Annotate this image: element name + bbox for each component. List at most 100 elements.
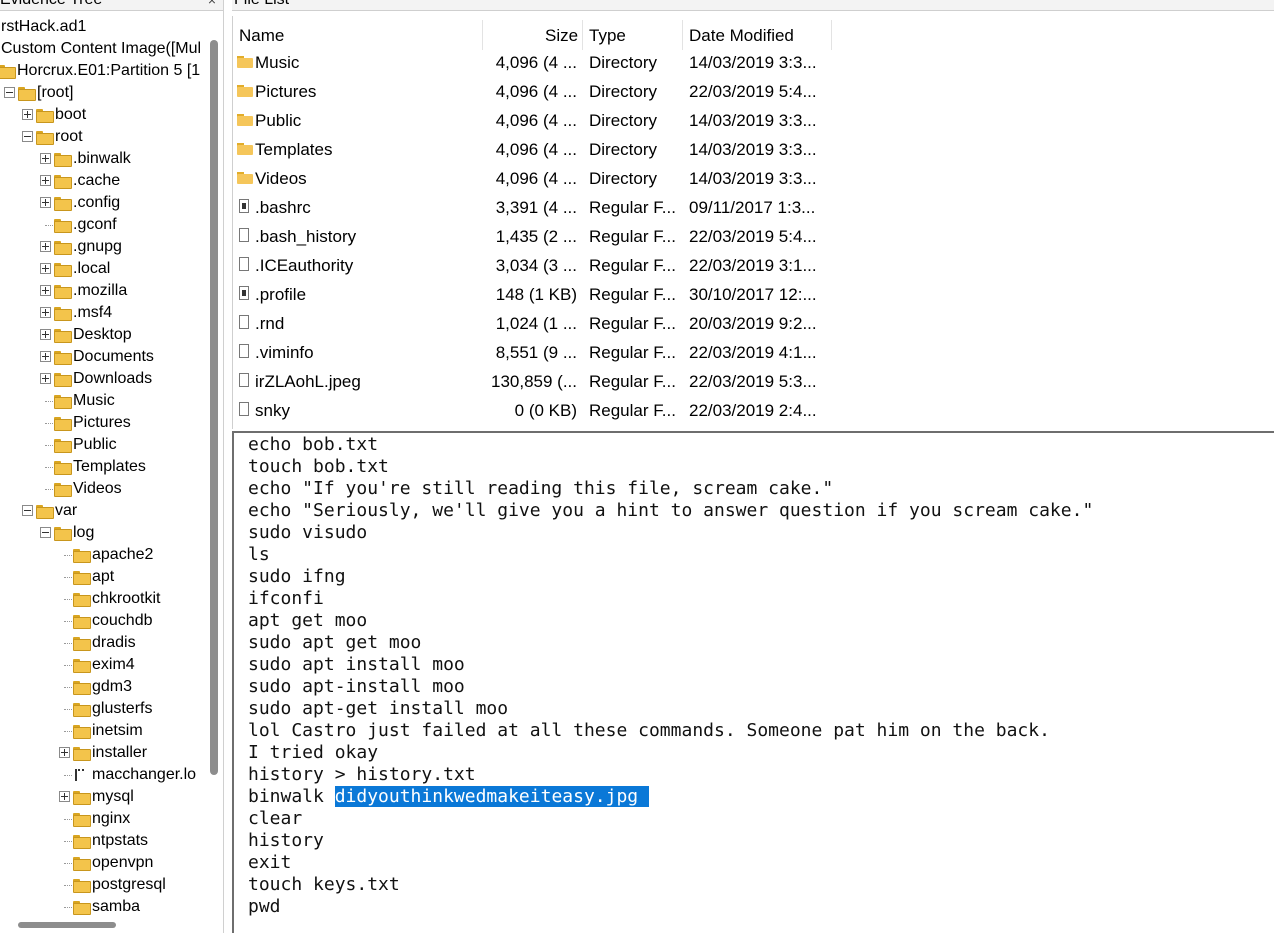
text-line: apt get moo	[248, 610, 368, 631]
column-divider[interactable]	[482, 20, 483, 50]
tree-node[interactable]: .gnupg	[0, 236, 210, 258]
tree-node[interactable]: Templates	[0, 456, 210, 478]
expand-icon[interactable]	[40, 197, 51, 208]
file-name: Music	[255, 53, 300, 72]
tree-node[interactable]: openvpn	[0, 852, 210, 874]
tree-node[interactable]: Music	[0, 390, 210, 412]
tree-node[interactable]: mysql	[0, 786, 210, 808]
collapse-icon[interactable]	[4, 87, 15, 98]
tree-node[interactable]: couchdb	[0, 610, 210, 632]
collapse-icon[interactable]	[40, 527, 51, 538]
file-row[interactable]: .ICEauthority 3,034 (3 ... Regular F... 22/…	[233, 251, 833, 280]
tree-node[interactable]: installer	[0, 742, 210, 764]
tree-node[interactable]: boot	[0, 104, 210, 126]
expand-icon[interactable]	[59, 747, 70, 758]
tree-node[interactable]: chkrootkit	[0, 588, 210, 610]
expand-icon[interactable]	[40, 153, 51, 164]
text-viewer[interactable]: echo bob.txt touch bob.txt echo "If you're…	[232, 431, 1274, 933]
column-divider[interactable]	[831, 20, 832, 50]
tree-node[interactable]: [root]	[0, 82, 210, 104]
tree-node-label: ntpstats	[92, 832, 149, 849]
collapse-icon[interactable]	[22, 505, 33, 516]
tree-node[interactable]: inetsim	[0, 720, 210, 742]
tree-node[interactable]: nginx	[0, 808, 210, 830]
column-divider[interactable]	[582, 20, 583, 50]
tree-node-label: openvpn	[92, 854, 154, 871]
file-row[interactable]: Templates 4,096 (4 ... Directory 14/03/2019…	[233, 135, 833, 164]
vertical-scrollbar[interactable]	[210, 40, 218, 775]
tree-node[interactable]: exim4	[0, 654, 210, 676]
selected-text[interactable]: didyouthinkwedmakeiteasy.jpg	[334, 786, 649, 807]
expand-icon[interactable]	[40, 241, 51, 252]
tree-node[interactable]: .binwalk	[0, 148, 210, 170]
tree-node[interactable]: log	[0, 522, 210, 544]
tree-node[interactable]: .gconf	[0, 214, 210, 236]
expand-icon[interactable]	[40, 285, 51, 296]
tree-connector	[64, 907, 72, 908]
tree-node-label: root	[55, 128, 83, 145]
tree-node[interactable]: rstHack.ad1	[0, 16, 210, 38]
file-row[interactable]: Music 4,096 (4 ... Directory 14/03/2019 3:3…	[233, 48, 833, 77]
tree-node[interactable]: dradis	[0, 632, 210, 654]
tree-node[interactable]: Documents	[0, 346, 210, 368]
expand-icon[interactable]	[22, 109, 33, 120]
tree-node[interactable]: Horcrux.E01:Partition 5 [1	[0, 60, 210, 82]
text-line: binwalk didyouthinkwedmakeiteasy.jpg	[248, 786, 649, 807]
file-row[interactable]: Public 4,096 (4 ... Directory 14/03/2019 3:…	[233, 106, 833, 135]
file-row[interactable]: Videos 4,096 (4 ... Directory 14/03/2019 3:…	[233, 164, 833, 193]
file-row[interactable]: .profile 148 (1 KB) Regular F... 30/10/2017…	[233, 280, 833, 309]
horizontal-scrollbar[interactable]	[18, 922, 116, 928]
file-row[interactable]: .bash_history 1,435 (2 ... Regular F... 22/…	[233, 222, 833, 251]
tree-node[interactable]: .msf4	[0, 302, 210, 324]
file-size: 148 (1 KB)	[495, 285, 577, 304]
file-type: Directory	[589, 169, 658, 188]
file-row[interactable]: .rnd 1,024 (1 ... Regular F... 20/03/2019 9…	[233, 309, 833, 338]
expand-icon[interactable]	[40, 307, 51, 318]
tree-node[interactable]: .config	[0, 192, 210, 214]
tree-node[interactable]: apt	[0, 566, 210, 588]
collapse-icon[interactable]	[22, 131, 33, 142]
tree-node[interactable]: Desktop	[0, 324, 210, 346]
file-name: Videos	[255, 169, 307, 188]
file-type: Regular F...	[589, 256, 676, 275]
tree-node[interactable]: Public	[0, 434, 210, 456]
tree-node[interactable]: Videos	[0, 478, 210, 500]
expand-icon[interactable]	[40, 175, 51, 186]
tree-node[interactable]: ntpstats	[0, 830, 210, 852]
tree-node[interactable]: macchanger.lo	[0, 764, 210, 786]
tree-node[interactable]: Custom Content Image([Mul	[0, 38, 210, 60]
tree-node[interactable]: var	[0, 500, 210, 522]
file-row[interactable]: .viminfo 8,551 (9 ... Regular F... 22/03/20…	[233, 338, 833, 367]
expand-icon[interactable]	[40, 373, 51, 384]
file-row[interactable]: irZLAohL.jpeg 130,859 (... Regular F... 22/…	[233, 367, 833, 396]
expand-icon[interactable]	[40, 351, 51, 362]
folder-icon	[73, 791, 91, 805]
expand-icon[interactable]	[40, 263, 51, 274]
tree-node[interactable]: .mozilla	[0, 280, 210, 302]
file-row[interactable]: .bashrc 3,391 (4 ... Regular F... 09/11/201…	[233, 193, 833, 222]
tree-node[interactable]: Downloads	[0, 368, 210, 390]
folder-icon	[73, 659, 91, 673]
tree-node-label: postgresql	[92, 876, 166, 893]
tree-node[interactable]: .cache	[0, 170, 210, 192]
tree-node-label: inetsim	[92, 722, 143, 739]
tree-node[interactable]: apache2	[0, 544, 210, 566]
file-row[interactable]: Pictures 4,096 (4 ... Directory 22/03/2019 …	[233, 77, 833, 106]
tree-node[interactable]: gdm3	[0, 676, 210, 698]
folder-icon	[54, 527, 72, 541]
tree-node-label: mysql	[92, 788, 134, 805]
tree-node[interactable]: Pictures	[0, 412, 210, 434]
expand-icon[interactable]	[40, 329, 51, 340]
folder-icon	[54, 439, 72, 453]
tree-node[interactable]: root	[0, 126, 210, 148]
file-date-modified: 22/03/2019 5:3...	[689, 372, 817, 391]
tree-node[interactable]: .local	[0, 258, 210, 280]
file-row[interactable]: snky 0 (0 KB) Regular F... 22/03/2019 2:4..…	[233, 396, 833, 425]
expand-icon[interactable]	[59, 791, 70, 802]
tree-node[interactable]: postgresql	[0, 874, 210, 896]
column-divider[interactable]	[682, 20, 683, 50]
close-icon[interactable]: ×	[208, 0, 216, 11]
tree-node[interactable]: glusterfs	[0, 698, 210, 720]
tree-node[interactable]: samba	[0, 896, 210, 918]
tree-node-label: Desktop	[73, 326, 132, 343]
